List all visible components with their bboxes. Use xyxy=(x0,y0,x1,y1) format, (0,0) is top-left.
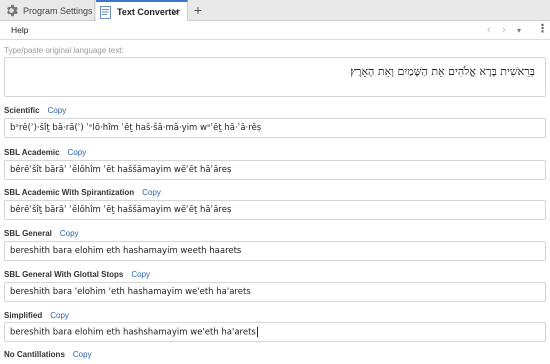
section-title: SBL General xyxy=(4,229,52,238)
copy-button[interactable]: Copy xyxy=(50,311,69,320)
section-label-sbl-general: SBL General Copy xyxy=(4,229,79,238)
output-field-sbl-academic[interactable]: bĕrēʾšît bārāʾ ʾĕlōhîm ʾēt haššāmayim wĕ… xyxy=(4,160,546,180)
copy-button[interactable]: Copy xyxy=(142,188,161,197)
gear-icon xyxy=(5,4,18,17)
section-label-no-cantillations: No Cantillations Copy xyxy=(4,350,92,359)
copy-button[interactable]: Copy xyxy=(73,350,92,359)
section-label-simplified: Simplified Copy xyxy=(4,311,69,320)
document-icon xyxy=(100,5,111,19)
chevron-down-icon[interactable]: ▾ xyxy=(517,25,521,37)
tab-program-settings[interactable]: Program Settings xyxy=(0,0,95,21)
output-text: bĕrēʾšîṯ bārāʾ ʾĕlōhîm ʾēṯ haššāmayim wĕ… xyxy=(10,205,232,215)
tab-text-converter[interactable]: Text Converter ✕ xyxy=(96,0,188,22)
output-text: bĕrēʾšît bārāʾ ʾĕlōhîm ʾēt haššāmayim wĕ… xyxy=(10,165,232,175)
section-title: No Cantillations xyxy=(4,350,65,359)
output-field-sbl-general-glottal[interactable]: bereshith bara 'elohim 'eth hashamayim w… xyxy=(4,282,546,302)
chevron-right-icon[interactable]: › xyxy=(502,24,506,36)
input-label: Type/paste original language text: xyxy=(4,46,124,55)
copy-button[interactable]: Copy xyxy=(68,148,87,157)
copy-button[interactable]: Copy xyxy=(48,106,67,115)
section-label-scientific: Scientific Copy xyxy=(4,106,66,115)
chevron-left-icon[interactable]: ‹ xyxy=(487,24,491,36)
section-title: SBL Academic With Spirantization xyxy=(4,188,135,197)
original-text-input[interactable]: בְּרֵאשִׁית בָּרָא אֱלֹהִים אֵת הַשָּׁמַ… xyxy=(4,57,546,97)
output-text: bᵊrē(ʾ)·šîṯ bā·rā(ʾ) ʾᵉlō·hîm ʾēṯ haš·šā… xyxy=(10,123,262,133)
section-title: SBL General With Glottal Stops xyxy=(4,270,124,279)
new-tab-button[interactable]: + xyxy=(190,2,206,18)
copy-button[interactable]: Copy xyxy=(131,270,150,279)
text-caret xyxy=(256,327,258,337)
tab-label: Program Settings xyxy=(23,5,93,16)
output-text: bereshith bara elohim eth hashamayim wee… xyxy=(10,246,242,256)
toolbar: Help ‹ › ▾ ⋮ xyxy=(0,21,550,40)
section-title: SBL Academic xyxy=(4,148,60,157)
section-title: Simplified xyxy=(4,311,43,320)
output-text: bereshith bara 'elohim 'eth hashamayim w… xyxy=(10,287,251,297)
help-menu[interactable]: Help xyxy=(11,25,28,35)
output-field-simplified[interactable]: bereshith bara elohim eth hashshamayim w… xyxy=(4,322,546,342)
tab-bar: Program Settings Text Converter ✕ + xyxy=(0,0,550,22)
section-label-sbl-general-glottal: SBL General With Glottal Stops Copy xyxy=(4,270,150,279)
close-icon[interactable]: ✕ xyxy=(171,6,180,19)
copy-button[interactable]: Copy xyxy=(60,229,79,238)
more-options-icon[interactable]: ⋮ xyxy=(537,23,548,35)
output-field-sbl-general[interactable]: bereshith bara elohim eth hashamayim wee… xyxy=(4,241,546,261)
output-field-scientific[interactable]: bᵊrē(ʾ)·šîṯ bā·rā(ʾ) ʾᵉlō·hîm ʾēṯ haš·šā… xyxy=(4,118,546,138)
section-label-sbl-academic-spirantization: SBL Academic With Spirantization Copy xyxy=(4,188,161,197)
output-field-sbl-academic-spirantization[interactable]: bĕrēʾšîṯ bārāʾ ʾĕlōhîm ʾēṯ haššāmayim wĕ… xyxy=(4,200,546,220)
output-value: bereshith bara elohim eth hashshamayim w… xyxy=(10,327,256,338)
output-text: bereshith bara elohim eth hashshamayim w… xyxy=(10,327,258,338)
original-text-value: בְּרֵאשִׁית בָּרָא אֱלֹהִים אֵת הַשָּׁמַ… xyxy=(350,65,535,78)
section-title: Scientific xyxy=(4,106,40,115)
section-label-sbl-academic: SBL Academic Copy xyxy=(4,148,86,157)
